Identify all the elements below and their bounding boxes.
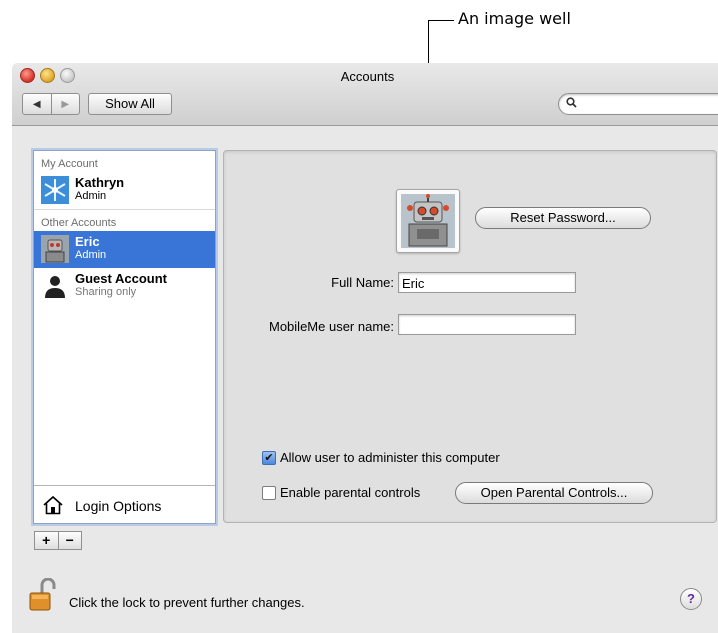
person-silhouette-icon	[41, 272, 69, 300]
login-options-label: Login Options	[75, 498, 162, 514]
section-my-account: My Account	[41, 158, 98, 170]
house-icon	[42, 495, 64, 515]
account-item-kathryn[interactable]: Kathryn Admin	[34, 172, 215, 209]
full-name-label: Full Name:	[331, 275, 394, 290]
section-other-accounts: Other Accounts	[41, 217, 117, 229]
mobileme-label: MobileMe user name:	[269, 319, 394, 334]
search-icon	[566, 97, 577, 111]
account-item-guest[interactable]: Guest Account Sharing only	[34, 268, 215, 305]
account-role: Sharing only	[75, 286, 137, 298]
toolbar: Accounts ◀ ▶ Show All	[12, 63, 718, 126]
allow-admin-checkbox[interactable]: ✔	[262, 451, 276, 465]
full-name-field[interactable]: Eric	[398, 272, 576, 293]
remove-account-button[interactable]: −	[57, 532, 82, 549]
add-remove-control: + −	[34, 531, 82, 550]
account-details-pane	[223, 150, 717, 523]
show-all-button[interactable]: Show All	[88, 93, 172, 115]
back-button[interactable]: ◀	[23, 94, 51, 114]
snowflake-avatar-icon	[41, 176, 69, 204]
parental-controls-checkbox[interactable]	[262, 486, 276, 500]
robot-picture-icon	[401, 194, 455, 248]
allow-admin-label[interactable]: Allow user to administer this computer	[280, 450, 500, 465]
add-account-button[interactable]: +	[35, 532, 58, 549]
open-parental-controls-button[interactable]: Open Parental Controls...	[455, 482, 653, 504]
accounts-list: My Account Kathryn Admin Other Accounts	[33, 150, 216, 524]
account-role: Admin	[75, 249, 107, 261]
account-name: Eric	[75, 234, 100, 249]
help-button[interactable]: ?	[680, 588, 702, 610]
back-arrow-icon: ◀	[32, 98, 41, 110]
unlocked-padlock-icon[interactable]	[28, 577, 58, 612]
back-forward-control: ◀ ▶	[22, 93, 80, 115]
account-name: Kathryn	[75, 175, 125, 190]
forward-arrow-icon: ▶	[61, 98, 70, 110]
reset-password-button[interactable]: Reset Password...	[475, 207, 651, 229]
robot-avatar-icon	[41, 235, 69, 263]
account-item-eric[interactable]: Eric Admin	[34, 231, 215, 268]
parental-controls-label[interactable]: Enable parental controls	[280, 485, 420, 500]
lock-status-text: Click the lock to prevent further change…	[69, 595, 305, 610]
callout-line	[428, 20, 454, 21]
login-options-item[interactable]: Login Options	[34, 485, 215, 523]
account-name: Guest Account	[75, 271, 167, 286]
forward-button[interactable]: ▶	[50, 94, 80, 114]
account-role: Admin	[75, 190, 107, 202]
mobileme-username-field[interactable]	[398, 314, 576, 335]
search-field[interactable]	[558, 93, 718, 115]
window-title: Accounts	[340, 69, 395, 84]
accounts-window: Accounts ◀ ▶ Show All My Account Kathryn…	[12, 63, 718, 633]
checkmark-icon: ✔	[264, 452, 274, 464]
user-picture-image-well[interactable]	[396, 189, 460, 253]
callout-label: An image well	[458, 9, 571, 28]
